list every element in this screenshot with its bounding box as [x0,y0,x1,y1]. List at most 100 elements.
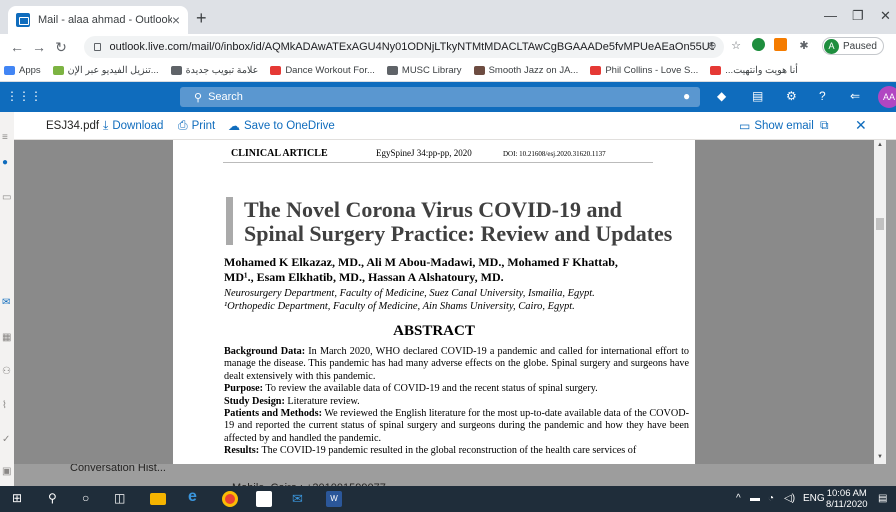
affiliation-2: ¹Orthopedic Department, Faculty of Medic… [224,301,575,312]
cortana-icon[interactable]: ○ [82,491,98,507]
bookmark-item[interactable]: Apps [4,65,41,76]
new-tab-button[interactable]: + [196,8,207,29]
bookmark-item[interactable]: تنزيل الفيديو عبر الإن... [52,65,159,76]
pop-out-button[interactable]: ⧉ [820,118,833,133]
authors-line-2: MD¹., Esam Elkhatib, MD., Hassan A Alsha… [224,270,504,284]
word-icon[interactable]: W [326,491,342,507]
chrome-icon[interactable] [222,491,238,507]
forward-arrow-icon[interactable]: → [28,39,50,55]
bookmarks-bar: Apps تنزيل الفيديو عبر الإن... علامة تبويب… [0,60,896,82]
abstract-design: Study Design: Literature review. [224,396,689,408]
attachment-icon[interactable]: ⌇ [2,400,12,411]
app-launcher-icon[interactable]: ⋮⋮⋮ [6,89,42,105]
search-box[interactable]: ⚲ Search [180,87,700,107]
scroll-down-arrow-icon[interactable]: ▼ [877,454,883,460]
mail-app-icon[interactable]: ● [2,157,12,168]
doi: DOI: 10.21608/esj.2020.31620.1137 [503,150,606,158]
article-type: CLINICAL ARTICLE [231,148,328,159]
reload-icon[interactable]: ↻ [50,39,72,56]
viewer-scrollbar[interactable]: ▲ ▼ [874,140,886,464]
windows-taskbar: ⊞ ⚲ ○ ◫ e ✉ W ^ ▬ ◔ ◁) ENG 10:06 AM 8/11… [0,486,896,512]
lock-icon [94,43,102,51]
my-day-icon[interactable]: ▤ [752,89,763,103]
clock-time: 10:06 AM [826,488,867,499]
left-rail: ≡ ● ▭ ✉ ▦ ⚇ ⌇ ✓ ▣ [0,112,14,486]
bookmark-icon [170,66,182,75]
url-text: outlook.live.com/mail/0/inbox/id/AQMkADA… [109,41,714,53]
show-email-button[interactable]: ▭ Show email [739,119,814,133]
bookmark-icon [52,66,64,75]
mail-taskbar-icon[interactable]: ✉ [292,491,308,507]
network-icon[interactable]: ◔ [768,493,774,504]
bookmark-star-icon[interactable]: ☆ [728,38,744,54]
browser-tab-strip: Mail - alaa ahmad - Outlook × + — ❐ ✕ [0,0,896,34]
journal-citation: EgySpineJ 34:pp-pp, 2020 [376,148,472,158]
address-bar[interactable]: outlook.live.com/mail/0/inbox/id/AQMkADA… [84,36,724,58]
skype-icon[interactable]: ● [683,89,690,103]
affiliation-1: Neurosurgery Department, Faculty of Medi… [224,288,595,299]
system-clock[interactable]: 10:06 AM 8/11/2020 [826,488,868,510]
clock-date: 8/11/2020 [826,499,868,510]
file-explorer-icon[interactable] [150,493,166,505]
window-minimize-button[interactable]: — [824,8,837,23]
taskbar-search-icon[interactable]: ⚲ [48,491,64,507]
attachment-viewer-toolbar: ESJ34.pdf ⤓ Download ⎙ Print ☁ Save to O… [14,112,896,140]
user-avatar[interactable]: AA [878,86,896,108]
authors-line-1: Mohamed K Elkazaz, MD., Ali M Abou-Madaw… [224,255,618,269]
todo-check-icon[interactable]: ✓ [2,434,12,445]
collapse-menu-icon[interactable]: ≡ [2,132,12,143]
abstract-body: Background Data: In March 2020, WHO decl… [224,346,689,458]
input-language[interactable]: ENG [803,493,825,504]
window-restore-button[interactable]: ❐ [852,8,864,24]
volume-icon[interactable]: ◁) [784,493,795,504]
battery-icon[interactable]: ▬ [750,493,760,504]
mail-icon[interactable]: ✉ [2,297,12,308]
calendar-icon[interactable]: ▦ [2,332,12,343]
abstract-background: Background Data: In March 2020, WHO decl… [224,346,689,383]
task-view-icon[interactable]: ◫ [114,491,130,507]
purpose-label: Purpose: [224,383,264,395]
back-arrow-icon[interactable]: ← [6,39,28,55]
settings-gear-icon[interactable]: ⚙ [786,89,797,103]
window-close-button[interactable]: ✕ [880,8,891,24]
edge-browser-icon[interactable]: e [188,488,204,505]
bookmark-label: ...أنا هويت وانتهيت [725,65,798,76]
feedback-megaphone-icon[interactable]: ⇐ [850,89,860,103]
help-icon[interactable]: ? [819,89,826,103]
bookmark-item[interactable]: MUSC Library [386,65,462,76]
diamond-icon[interactable]: ◆ [717,89,726,103]
bookmark-item[interactable]: علامة تبويب جديدة [170,65,258,76]
print-button[interactable]: ⎙ Print [178,118,215,133]
bookmark-icon [270,66,282,75]
install-app-icon[interactable]: ⊕ [704,38,720,54]
tab-close-button[interactable]: × [172,12,180,28]
bookmark-item[interactable]: Dance Workout For... [270,65,375,76]
store-icon[interactable] [256,491,272,507]
bookmark-item[interactable]: Phil Collins - Love S... [590,65,698,76]
inbox-icon[interactable]: ▭ [2,192,12,203]
windows-start-icon[interactable]: ⊞ [12,491,28,507]
extension-orange-icon[interactable] [774,38,787,51]
people-icon[interactable]: ⚇ [2,366,12,377]
scrollbar-thumb[interactable] [876,218,884,230]
extensions-puzzle-icon[interactable]: ✱ [796,38,812,54]
save-to-onedrive-button[interactable]: ☁ Save to OneDrive [228,119,335,133]
tray-chevron-icon[interactable]: ^ [736,493,741,504]
more-apps-icon[interactable]: ▣ [2,466,12,477]
browser-tab[interactable]: Mail - alaa ahmad - Outlook × [8,6,188,34]
abstract-results: Results: The COVID-19 pandemic resulted … [224,445,689,457]
download-label: Download [112,119,164,132]
bookmark-label: MUSC Library [401,65,462,76]
purpose-text: To review the available data of COVID-19… [263,383,598,395]
profile-button[interactable]: A Paused [822,37,884,55]
notifications-icon[interactable]: ▤ [878,493,887,504]
close-viewer-button[interactable]: ✕ [855,117,867,134]
bookmark-item[interactable]: Smooth Jazz on JA... [473,65,578,76]
download-button[interactable]: ⤓ Download [103,118,163,133]
scroll-up-arrow-icon[interactable]: ▲ [877,142,883,148]
bookmark-icon [590,66,602,75]
abstract-heading: ABSTRACT [393,323,475,339]
search-placeholder: Search [208,91,243,103]
bookmark-item[interactable]: ...أنا هويت وانتهيت [710,65,798,76]
extension-green-icon[interactable] [752,38,765,51]
